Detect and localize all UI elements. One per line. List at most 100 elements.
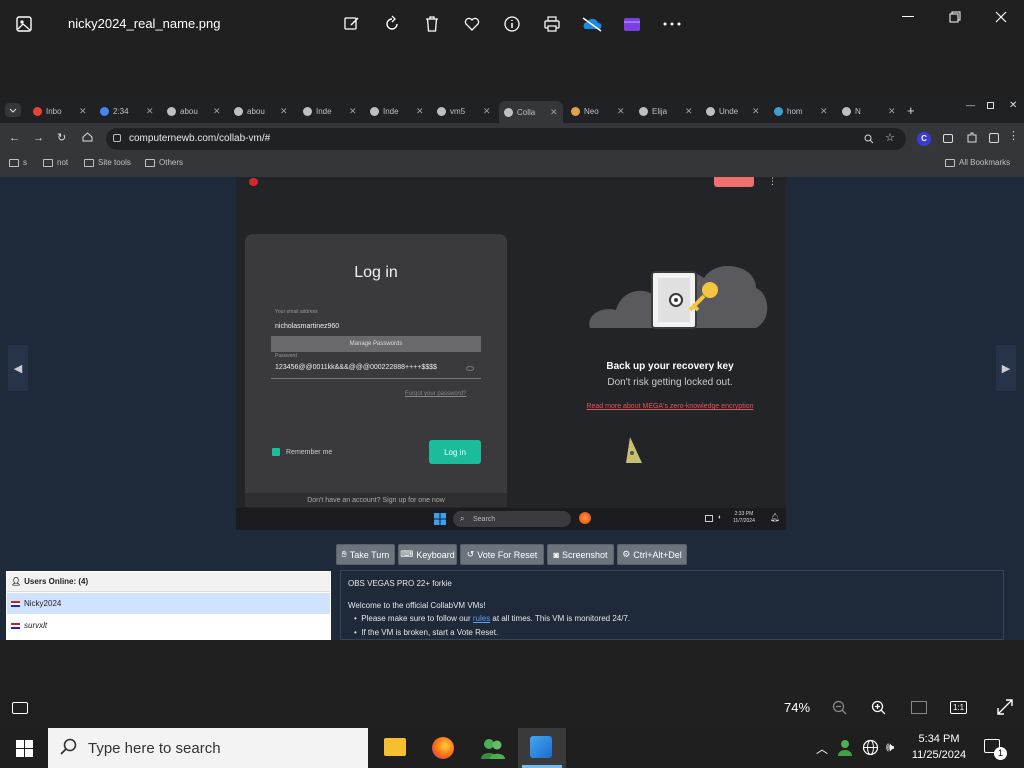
zoom-out-icon[interactable]	[832, 700, 848, 716]
new-tab-plus-icon[interactable]: +	[907, 103, 915, 118]
volume-icon[interactable]: 🕪︎	[886, 739, 894, 755]
vm-red-button[interactable]	[714, 177, 754, 187]
keyboard-button[interactable]: ⌨ Keyboard	[398, 544, 457, 565]
tab-hom[interactable]: hom ✕	[769, 101, 833, 121]
vm-start-icon[interactable]	[434, 513, 446, 525]
next-vm-arrow-icon[interactable]: ▶	[996, 345, 1016, 391]
tab-unde[interactable]: Unde ✕	[701, 101, 765, 121]
extension-icon[interactable]	[943, 134, 953, 143]
tab-abou[interactable]: abou ✕	[162, 101, 226, 121]
filmstrip-icon[interactable]	[12, 702, 28, 714]
browser-close-icon[interactable]: ✕	[1009, 100, 1017, 111]
tab-close-icon[interactable]: ✕	[617, 106, 625, 117]
bookmark-star-icon[interactable]: ☆	[885, 131, 895, 144]
email-field[interactable]: nicholasmartinez960	[275, 323, 339, 330]
minimize-icon[interactable]	[893, 8, 923, 26]
bookmark-folder[interactable]: not	[43, 158, 68, 167]
screenshot-button[interactable]: ◙ Screenshot	[547, 544, 614, 565]
login-button[interactable]: Log in	[429, 440, 481, 464]
tab-n[interactable]: N ✕	[837, 101, 901, 121]
reload-icon[interactable]: ↻	[57, 131, 66, 144]
tab-close-icon[interactable]: ✕	[213, 106, 221, 117]
system-clock[interactable]: 5:34 PM 11/25/2024	[908, 731, 970, 763]
more-icon[interactable]	[660, 12, 684, 36]
bookmark-folder[interactable]: Site tools	[84, 158, 131, 167]
tab-colla[interactable]: Colla ✕	[499, 101, 563, 123]
browser-minimize-icon[interactable]: —	[966, 100, 975, 110]
recovery-link[interactable]: Read more about MEGA's zero-knowledge en…	[520, 403, 820, 410]
rules-link[interactable]: rules	[473, 614, 490, 623]
puzzle-icon[interactable]	[966, 132, 977, 143]
ctrl-alt-del-button[interactable]: ⚙ Ctrl+Alt+Del	[617, 544, 687, 565]
eye-icon[interactable]	[466, 366, 474, 371]
vm-volume-icon[interactable]: ◐	[718, 514, 722, 521]
tab-close-icon[interactable]: ✕	[752, 106, 760, 117]
extension-c-icon[interactable]: C	[917, 132, 931, 146]
tab-close-icon[interactable]: ✕	[349, 106, 357, 117]
manage-passwords-button[interactable]: Manage Passwords	[271, 336, 481, 352]
tab-elija[interactable]: Elija ✕	[634, 101, 698, 121]
forgot-password-link[interactable]: Forgot your password?	[405, 391, 466, 397]
windows-search-box[interactable]: Type here to search	[48, 728, 368, 768]
tab-vm5[interactable]: vm5 ✕	[432, 101, 496, 121]
vm-firefox-icon[interactable]	[579, 512, 591, 524]
password-field[interactable]: 123456@@0011kk&&&@@@000222888++++$$$$	[275, 364, 437, 371]
rotate-icon[interactable]	[380, 12, 404, 36]
back-arrow-icon[interactable]: ←	[9, 132, 20, 144]
tab-inde[interactable]: Inde ✕	[298, 101, 362, 121]
tab-close-icon[interactable]: ✕	[79, 106, 87, 117]
prev-vm-arrow-icon[interactable]: ◀	[8, 345, 28, 391]
info-icon[interactable]	[500, 12, 524, 36]
delete-icon[interactable]	[420, 12, 444, 36]
fit-icon[interactable]	[911, 701, 927, 714]
user-row[interactable]: Nicky2024	[7, 593, 330, 614]
windows-start-icon[interactable]	[16, 740, 33, 757]
tray-people-icon[interactable]	[838, 738, 856, 756]
close-icon[interactable]	[986, 8, 1016, 26]
browser-menu-icon[interactable]: ⋮	[1008, 129, 1019, 142]
all-bookmarks[interactable]: All Bookmarks	[945, 158, 1010, 167]
tab-inbo[interactable]: Inbo ✕	[28, 101, 92, 121]
people-app-icon[interactable]	[481, 737, 505, 759]
tab-close-icon[interactable]: ✕	[416, 106, 424, 117]
side-panel-icon[interactable]	[989, 133, 999, 143]
tab-inde[interactable]: Inde ✕	[365, 101, 429, 121]
zoom-magnifier-icon[interactable]	[864, 134, 874, 144]
edit-icon[interactable]	[340, 12, 364, 36]
browser-restore-icon[interactable]	[987, 102, 994, 109]
tab-close-icon[interactable]: ✕	[146, 106, 154, 117]
firefox-icon[interactable]	[432, 737, 454, 759]
bookmark-folder[interactable]: s	[9, 158, 27, 167]
tab-abou[interactable]: abou ✕	[229, 101, 293, 121]
home-icon[interactable]	[82, 132, 93, 142]
vm-notification-icon[interactable]: 🔔︎	[770, 513, 780, 522]
url-text[interactable]: computernewb.com/collab-vm/#	[129, 133, 270, 144]
tab-close-icon[interactable]: ✕	[820, 106, 828, 117]
tab-neo[interactable]: Neo ✕	[566, 101, 630, 121]
take-turn-button[interactable]: ✋︎ Take Turn	[336, 544, 395, 565]
clipchamp-icon[interactable]	[620, 12, 644, 36]
forward-arrow-icon[interactable]: →	[33, 132, 44, 144]
file-explorer-icon[interactable]	[384, 738, 406, 756]
bookmark-folder[interactable]: Others	[145, 158, 183, 167]
heart-icon[interactable]	[460, 12, 484, 36]
onedrive-icon[interactable]	[580, 12, 604, 36]
print-icon[interactable]	[540, 12, 564, 36]
tab-search-chevron-icon[interactable]	[5, 103, 21, 117]
tab-close-icon[interactable]: ✕	[280, 106, 288, 117]
vote-reset-button[interactable]: ↺ Vote For Reset	[460, 544, 544, 565]
tab-close-icon[interactable]: ✕	[685, 106, 693, 117]
tab-close-icon[interactable]: ✕	[888, 106, 896, 117]
zoom-in-icon[interactable]	[871, 700, 887, 716]
restore-icon[interactable]	[940, 8, 970, 26]
remember-checkbox[interactable]	[272, 448, 280, 456]
tab-close-icon[interactable]: ✕	[550, 107, 558, 118]
tray-chevron-icon[interactable]: ︿	[816, 740, 828, 757]
vm-tray-icon[interactable]	[705, 515, 713, 522]
site-info-icon[interactable]	[113, 134, 121, 142]
signup-link[interactable]: Don't have an account? Sign up for one n…	[245, 493, 507, 507]
network-globe-icon[interactable]	[862, 739, 879, 756]
user-row[interactable]: survxlt	[7, 615, 330, 636]
vm-menu-icon[interactable]: ⋮	[768, 176, 777, 187]
tab-close-icon[interactable]: ✕	[483, 106, 491, 117]
